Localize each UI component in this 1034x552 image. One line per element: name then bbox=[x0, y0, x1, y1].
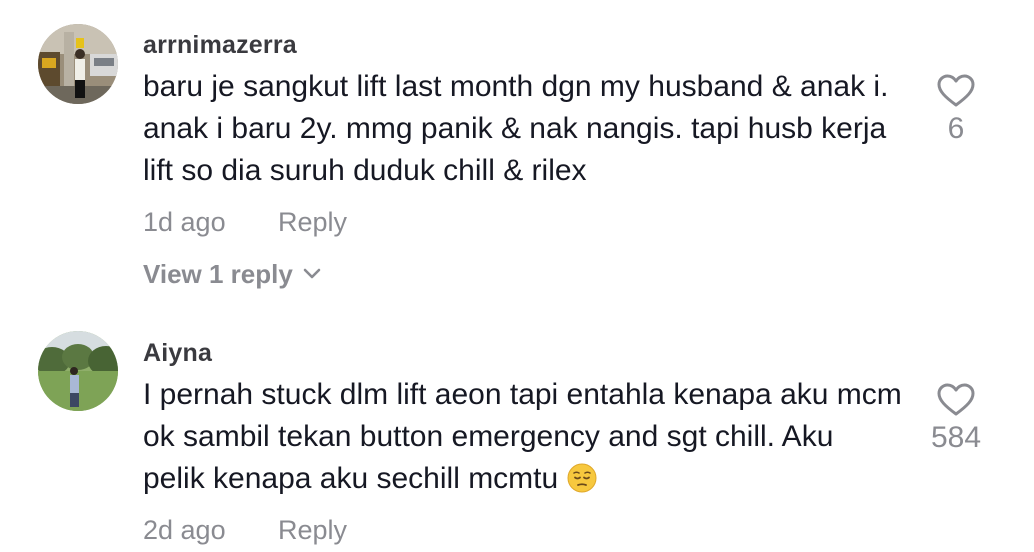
like-button[interactable]: 584 bbox=[916, 383, 996, 455]
chevron-down-icon bbox=[303, 268, 321, 279]
heart-outline-icon[interactable] bbox=[937, 74, 975, 108]
avatar[interactable] bbox=[38, 24, 118, 104]
comment-timestamp: 2d ago bbox=[143, 515, 226, 545]
reply-button[interactable]: Reply bbox=[278, 207, 347, 238]
reply-button[interactable]: Reply bbox=[278, 515, 347, 546]
view-replies-label: View 1 reply bbox=[143, 259, 293, 289]
comment-meta: 1d ago Reply bbox=[143, 207, 347, 238]
heart-outline-icon[interactable] bbox=[937, 383, 975, 417]
comment-username[interactable]: arrnimazerra bbox=[143, 31, 297, 60]
comment-timestamp: 1d ago bbox=[143, 207, 226, 237]
view-replies-button[interactable]: View 1 reply bbox=[143, 259, 321, 290]
like-button[interactable]: 6 bbox=[916, 74, 996, 146]
comment-text-content: I pernah stuck dlm lift aeon tapi entahl… bbox=[143, 378, 902, 495]
like-count: 584 bbox=[930, 421, 982, 454]
pensive-face-icon bbox=[567, 463, 597, 493]
avatar[interactable] bbox=[38, 331, 118, 411]
like-count: 6 bbox=[947, 112, 965, 145]
comment-meta: 2d ago Reply bbox=[143, 515, 347, 546]
comment-username[interactable]: Aiyna bbox=[143, 339, 212, 368]
comment-text: baru je sangkut lift last month dgn my h… bbox=[143, 70, 889, 187]
comment-text: I pernah stuck dlm lift aeon tapi entahl… bbox=[143, 374, 903, 500]
